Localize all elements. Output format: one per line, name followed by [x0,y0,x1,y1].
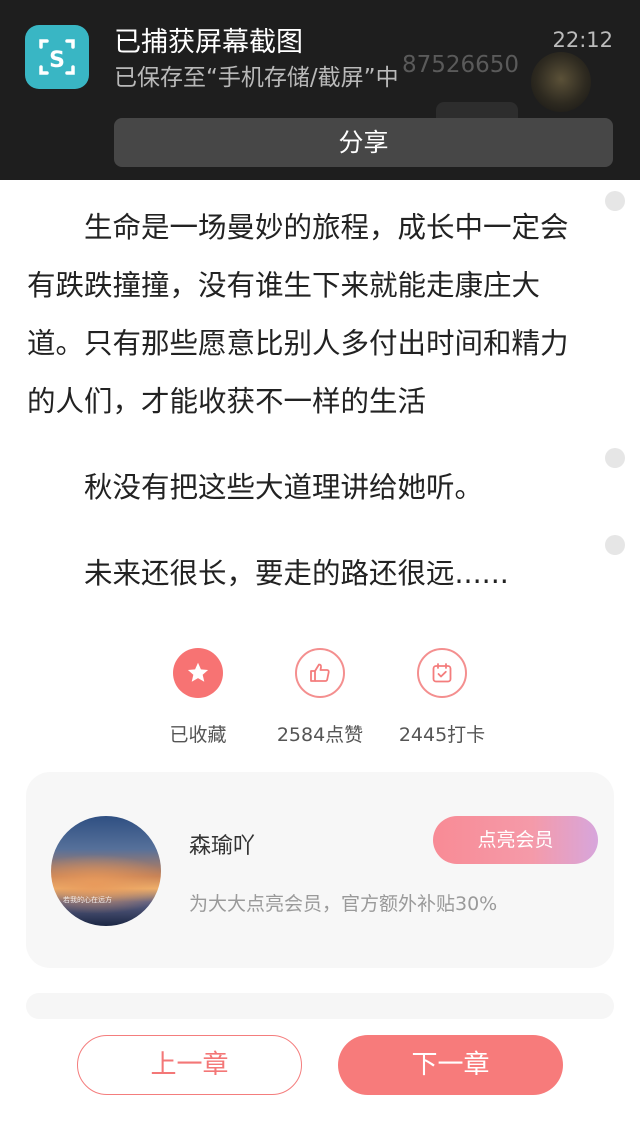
share-button[interactable]: 分享 [114,118,613,167]
article-paragraph: 生命是一场曼妙的旅程，成长中一定会有跌跌撞撞，没有谁生下来就能走康庄大道。只有那… [27,211,569,418]
next-chapter-button[interactable]: 下一章 [338,1035,563,1095]
notification-time: 22:12 [552,28,613,52]
screenshot-notification[interactable]: S 已捕获屏幕截图 已保存至“手机存储/截屏”中 22:12 87526650 … [0,0,640,180]
member-card: 若我的心在远方 森瑜吖 点亮会员 为大大点亮会员，官方额外补贴30% [26,772,614,968]
activate-membership-button[interactable]: 点亮会员 [433,816,598,864]
svg-text:S: S [49,48,65,73]
scroll-marker [605,191,625,211]
avatar-caption: 若我的心在远方 [63,896,112,904]
checkin-count-label: 2445打卡 [398,724,486,746]
membership-promo-text: 为大大点亮会员，官方额外补贴30% [189,893,498,915]
scroll-marker [605,535,625,555]
thumbs-up-icon [295,648,345,698]
star-icon [173,648,223,698]
previous-chapter-button[interactable]: 上一章 [77,1035,302,1095]
notification-subtitle: 已保存至“手机存储/截屏”中 [114,65,399,91]
underlying-number-text: 87526650 [402,52,520,78]
article-paragraph: 未来还很长，要走的路还很远...... [27,557,509,590]
favorite-label: 已收藏 [169,724,227,746]
article-paragraph: 秋没有把这些大道理讲给她听。 [27,471,484,504]
content-divider-bar [26,993,614,1019]
underlying-avatar [531,52,591,112]
scroll-marker [605,448,625,468]
author-name[interactable]: 森瑜吖 [189,828,255,860]
author-avatar[interactable]: 若我的心在远方 [51,816,161,926]
notification-title: 已捕获屏幕截图 [114,27,303,58]
like-count-label: 2584点赞 [276,724,364,746]
calendar-check-icon [417,648,467,698]
screenshot-app-icon: S [25,25,89,89]
